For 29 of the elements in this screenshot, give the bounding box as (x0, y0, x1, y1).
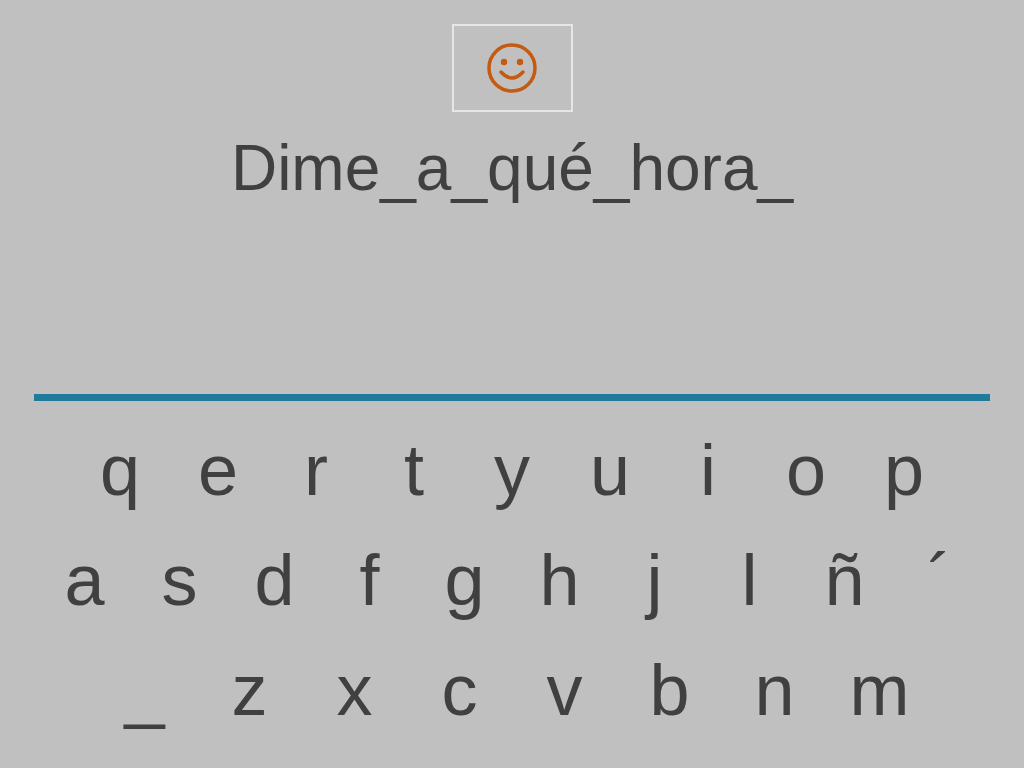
key[interactable]: u (561, 423, 659, 517)
key[interactable]: x (302, 643, 407, 737)
key[interactable]: l (702, 533, 797, 627)
key[interactable]: f (322, 533, 417, 627)
key[interactable]: n (722, 643, 827, 737)
key[interactable]: c (407, 643, 512, 737)
key[interactable]: v (512, 643, 617, 737)
key[interactable]: b (617, 643, 722, 737)
key[interactable]: g (417, 533, 512, 627)
key[interactable]: _ (92, 643, 197, 737)
key[interactable]: e (169, 423, 267, 517)
key[interactable]: s (132, 533, 227, 627)
key[interactable]: p (855, 423, 953, 517)
key[interactable]: z (197, 643, 302, 737)
key[interactable]: ´ (892, 533, 987, 627)
key[interactable]: t (365, 423, 463, 517)
key[interactable]: j (607, 533, 702, 627)
key[interactable]: m (827, 643, 932, 737)
smiley-icon (486, 42, 538, 94)
key[interactable]: ñ (797, 533, 892, 627)
key[interactable]: a (37, 533, 132, 627)
key[interactable]: i (659, 423, 757, 517)
key[interactable]: y (463, 423, 561, 517)
key[interactable]: d (227, 533, 322, 627)
key[interactable]: r (267, 423, 365, 517)
key[interactable]: o (757, 423, 855, 517)
key[interactable]: h (512, 533, 607, 627)
key[interactable]: q (71, 423, 169, 517)
smiley-button[interactable] (451, 24, 573, 112)
